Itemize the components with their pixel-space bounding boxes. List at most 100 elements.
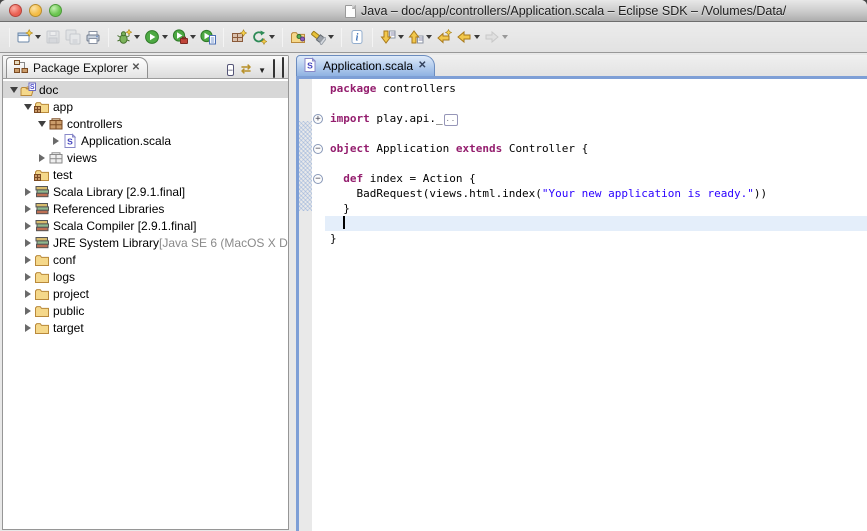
minimize-window-button[interactable] [29, 4, 42, 17]
code-line-current[interactable] [325, 216, 867, 231]
fold-expand-icon[interactable]: + [313, 114, 323, 124]
code-line[interactable]: BadRequest(views.html.index("Your new ap… [325, 186, 867, 201]
code-line[interactable]: def index = Action { [325, 171, 867, 186]
tree-item-application.scala[interactable]: SApplication.scala [3, 132, 288, 149]
tree-item-public[interactable]: public [3, 302, 288, 319]
fold-collapse-icon[interactable]: − [313, 174, 323, 184]
code-editor[interactable]: package controllers import play.api._..ob… [325, 79, 867, 531]
close-editor-icon[interactable]: ✕ [418, 61, 426, 71]
dropdown-arrow-icon[interactable] [398, 35, 404, 39]
expander-icon[interactable] [22, 290, 33, 298]
back-button[interactable] [454, 25, 482, 49]
expander-icon[interactable] [22, 273, 33, 281]
previous-annotation-icon [408, 29, 424, 45]
view-menu-button[interactable]: ▼ [258, 60, 266, 78]
tab-package-explorer[interactable]: Package Explorer ✕ [6, 57, 148, 78]
expander-icon[interactable] [22, 205, 33, 213]
debug-button[interactable] [114, 25, 142, 49]
forward-button[interactable] [482, 25, 510, 49]
tree-item-label: project [53, 287, 89, 301]
source-folder-icon [33, 167, 50, 183]
expander-icon[interactable] [22, 324, 33, 332]
zoom-window-button[interactable] [49, 4, 62, 17]
new-java-project-button[interactable] [229, 25, 249, 49]
tab-application-scala[interactable]: S Application.scala ✕ [296, 55, 435, 76]
dropdown-arrow-icon[interactable] [474, 35, 480, 39]
expander-icon[interactable] [8, 87, 19, 93]
dropdown-arrow-icon[interactable] [426, 35, 432, 39]
dropdown-arrow-icon[interactable] [502, 35, 508, 39]
library-icon [33, 201, 50, 217]
tree-item-doc[interactable]: Sdoc [3, 81, 288, 98]
previous-annotation-button[interactable] [406, 25, 434, 49]
minimize-view-button[interactable] [273, 60, 275, 78]
info-toggle-button[interactable]: i [347, 25, 367, 49]
dropdown-arrow-icon[interactable] [134, 35, 140, 39]
save-all-button[interactable] [63, 25, 83, 49]
code-line[interactable]: object Application extends Controller { [325, 141, 867, 156]
last-edit-location-button[interactable] [434, 25, 454, 49]
new-wizard-button[interactable] [15, 25, 43, 49]
next-annotation-button[interactable] [378, 25, 406, 49]
open-type-button[interactable] [288, 25, 308, 49]
fold-collapse-icon[interactable]: − [313, 144, 323, 154]
document-proxy-icon[interactable] [345, 5, 356, 18]
dropdown-arrow-icon[interactable] [190, 35, 196, 39]
code-segment-plain: BadRequest(views.html.index( [330, 187, 542, 200]
code-segment-keyword: def [343, 172, 363, 185]
expander-icon[interactable] [22, 104, 33, 110]
tree-item-app[interactable]: app [3, 98, 288, 115]
code-line[interactable] [325, 96, 867, 111]
expander-icon[interactable] [50, 137, 61, 145]
dropdown-arrow-icon[interactable] [328, 35, 334, 39]
dropdown-arrow-icon[interactable] [162, 35, 168, 39]
tree-item-project[interactable]: project [3, 285, 288, 302]
print-button[interactable] [83, 25, 103, 49]
expander-icon[interactable] [36, 154, 47, 162]
close-view-icon[interactable]: ✕ [132, 63, 140, 73]
new-scala-wizard-button[interactable] [249, 25, 277, 49]
editor-body: + − − package controllers import play.api._… [296, 79, 867, 531]
code-line[interactable] [325, 156, 867, 171]
link-with-editor-button[interactable]: ⇄ [241, 60, 251, 78]
code-line[interactable] [325, 126, 867, 141]
run-button[interactable] [142, 25, 170, 49]
tree-item-scala[interactable]: Scala Library [2.9.1.final] [3, 183, 288, 200]
collapse-all-button[interactable]: − [227, 60, 234, 78]
expander-icon[interactable] [22, 239, 33, 247]
tree-item-label: Scala Library [2.9.1.final] [53, 185, 185, 199]
library-icon [33, 218, 50, 234]
tree-item-label: Scala Compiler [2.9.1.final] [53, 219, 196, 233]
tree-item-scala[interactable]: Scala Compiler [2.9.1.final] [3, 217, 288, 234]
tree-item-jre[interactable]: JRE System Library [Java SE 6 (MacOS X D… [3, 234, 288, 251]
code-line[interactable]: } [325, 201, 867, 216]
search-button[interactable] [308, 25, 336, 49]
dropdown-arrow-icon[interactable] [269, 35, 275, 39]
run-external-tools-button[interactable] [170, 25, 198, 49]
tree-item-target[interactable]: target [3, 319, 288, 336]
expander-icon[interactable] [22, 256, 33, 264]
toolbar-separator [9, 28, 10, 47]
maximize-view-button[interactable] [282, 60, 284, 78]
expander-icon[interactable] [22, 188, 33, 196]
folder-icon [33, 252, 50, 268]
tree-item-test[interactable]: test [3, 166, 288, 183]
tree-item-referenced[interactable]: Referenced Libraries [3, 200, 288, 217]
annotation-ruler[interactable] [299, 79, 312, 531]
dropdown-arrow-icon[interactable] [35, 35, 41, 39]
expander-icon[interactable] [22, 307, 33, 315]
package-icon [47, 116, 64, 132]
code-line[interactable]: package controllers [325, 81, 867, 96]
tree-item-controllers[interactable]: controllers [3, 115, 288, 132]
code-line[interactable]: import play.api._.. [325, 111, 867, 126]
code-line[interactable]: } [325, 231, 867, 246]
expander-icon[interactable] [22, 222, 33, 230]
save-button[interactable] [43, 25, 63, 49]
tree-item-views[interactable]: views [3, 149, 288, 166]
run-file-button[interactable] [198, 25, 218, 49]
expander-icon[interactable] [36, 121, 47, 127]
tree-item-conf[interactable]: conf [3, 251, 288, 268]
close-window-button[interactable] [9, 4, 22, 17]
tree-item-logs[interactable]: logs [3, 268, 288, 285]
info-toggle-icon: i [349, 29, 365, 45]
